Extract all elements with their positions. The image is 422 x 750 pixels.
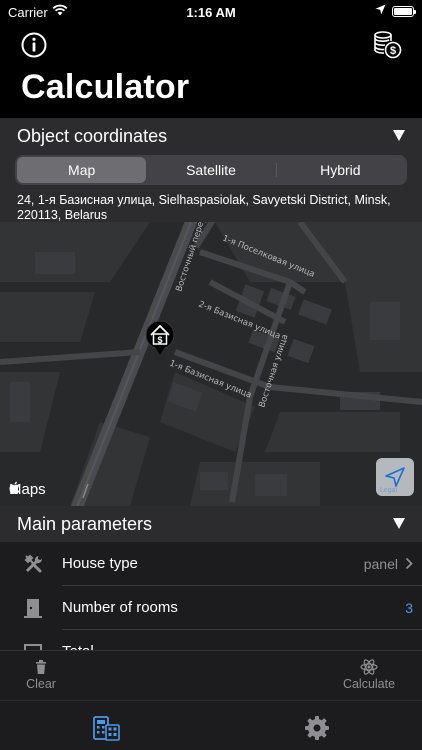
tools-icon [24, 554, 43, 573]
atom-icon [360, 659, 378, 675]
segment-hybrid[interactable]: Hybrid [275, 157, 405, 183]
location-services-icon [375, 4, 386, 15]
svg-text:$: $ [390, 45, 396, 57]
map-type-segmented-control[interactable]: Map Satellite Hybrid [15, 155, 407, 185]
house-type-value: panel [363, 556, 398, 572]
collapse-triangle-icon[interactable] [392, 516, 406, 530]
bottom-toolbar: Clear Calculate [0, 650, 422, 700]
number-of-rooms-label: Number of rooms [62, 599, 178, 616]
clock: 1:16 AM [186, 5, 236, 20]
calculate-button[interactable]: Calculate [338, 659, 400, 691]
parameters-section-header: Main parameters [0, 506, 422, 542]
tab-bar [0, 700, 422, 750]
calculate-label: Calculate [342, 677, 396, 691]
number-of-rooms-value[interactable]: 3 [405, 600, 413, 616]
coordinates-header-title: Object coordinates [17, 126, 168, 146]
house-type-row[interactable]: House type panel [0, 542, 422, 586]
status-bar: Carrier 1:16 AM [0, 0, 422, 24]
segment-map[interactable]: Map [17, 157, 147, 183]
legal-link[interactable]: Legal [380, 487, 397, 494]
address-text: 24, 1-я Базисная улица, Sielhaspasiolak,… [17, 193, 391, 222]
clear-label: Clear [26, 677, 56, 691]
segment-satellite[interactable]: Satellite [146, 157, 275, 183]
settings-gear-icon[interactable] [302, 713, 332, 743]
coordinates-section: Object coordinates Map Satellite Hybrid … [0, 118, 422, 222]
number-of-rooms-row[interactable]: Number of rooms 3 [0, 586, 422, 630]
svg-text:$: $ [157, 335, 162, 345]
info-icon[interactable] [19, 30, 49, 60]
coins-dollar-icon[interactable]: $ [372, 30, 402, 60]
map-view[interactable]: Восточный переулок 1-я Поселковая улица … [0, 222, 422, 506]
clear-button[interactable]: Clear [22, 659, 60, 691]
door-icon [24, 599, 42, 618]
house-dollar-pin-icon[interactable]: $ [145, 320, 175, 355]
parameters-header-title: Main parameters [17, 514, 153, 534]
house-type-label: House type [62, 555, 138, 572]
battery-icon [392, 6, 416, 17]
trash-icon [36, 660, 46, 674]
apple-maps-attribution[interactable]: Maps [9, 481, 46, 498]
map-canvas: Восточный переулок 1-я Поселковая улица … [0, 222, 422, 506]
calculator-tab-icon[interactable] [91, 713, 121, 743]
chevron-right-icon [405, 557, 413, 570]
apple-logo-icon [9, 481, 20, 494]
collapse-triangle-icon[interactable] [392, 128, 406, 142]
page-title: Calculator [21, 68, 190, 106]
